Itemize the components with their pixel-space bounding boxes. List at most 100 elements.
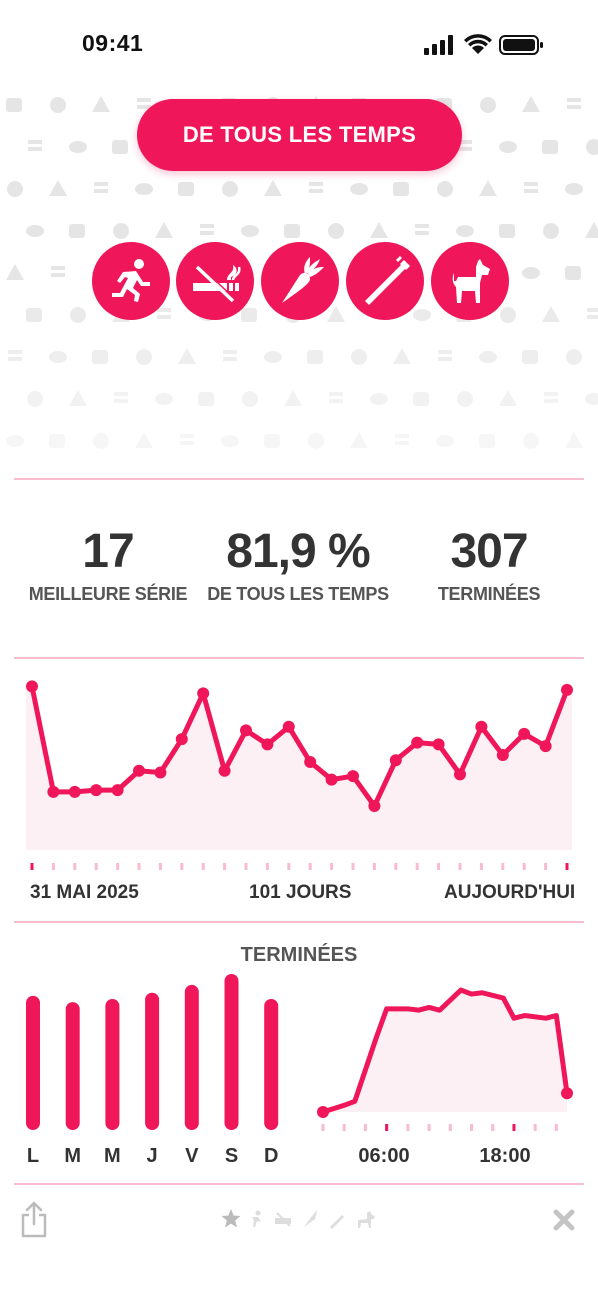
line-chart-point: [539, 740, 552, 753]
line-chart-tick: [522, 863, 526, 870]
best-streak-label: MEILLEURE SÉRIE: [28, 584, 188, 604]
pattern-glyph: [93, 433, 109, 449]
divider: [14, 921, 584, 923]
share-icon[interactable]: [18, 1200, 50, 1240]
line-chart-point: [90, 784, 103, 797]
line-chart-point: [154, 766, 167, 779]
weekday-label: D: [263, 1145, 279, 1167]
line-chart-point: [240, 724, 252, 737]
pattern-glyph: [242, 391, 258, 407]
pattern-glyph: [308, 433, 324, 449]
pattern-glyph: [499, 141, 517, 153]
pattern-glyph: [198, 392, 214, 406]
pattern-glyph: [436, 435, 454, 447]
hour-of-day-chart: [317, 987, 573, 1131]
habit-running-button[interactable]: [92, 242, 170, 320]
weekday-label: M: [104, 1145, 121, 1167]
line-chart-tick: [415, 863, 419, 870]
pattern-glyph: [393, 182, 409, 196]
divider: [14, 478, 584, 480]
habit-carrot-button[interactable]: [261, 242, 339, 320]
pattern-glyph: [264, 351, 282, 363]
line-chart-point: [197, 687, 210, 700]
pattern-glyph: [566, 349, 582, 365]
line-chart-start-label: 31 MAI 2025: [30, 882, 139, 903]
pattern-glyph: [157, 308, 171, 319]
pattern-glyph: [413, 392, 429, 406]
line-chart-tick: [479, 863, 483, 870]
pattern-glyph: [69, 224, 85, 238]
running-icon: [112, 259, 150, 302]
pattern-glyph: [499, 224, 515, 238]
weekday-bar: [105, 998, 120, 1130]
pattern-glyph: [178, 182, 194, 196]
no-smoking-icon: [193, 264, 241, 303]
pattern-glyph: [284, 224, 300, 238]
pattern-glyph: [69, 141, 87, 153]
star-icon: [221, 1209, 241, 1228]
hour-chart-tick: [342, 1124, 346, 1131]
pattern-glyph: [27, 391, 43, 407]
pattern-glyph: [393, 348, 411, 364]
line-chart-point: [411, 736, 424, 749]
pattern-glyph: [264, 434, 280, 448]
pattern-glyph: [49, 351, 67, 363]
line-chart-area: [26, 686, 572, 850]
line-chart-tick: [223, 863, 227, 870]
line-chart-tick: [394, 863, 398, 870]
line-chart-tick: [372, 863, 376, 870]
line-chart-point: [218, 764, 231, 777]
hour-chart-tick: [406, 1124, 410, 1131]
completion-trend-chart: [26, 680, 573, 870]
hour-label-morning: 06:00: [358, 1145, 410, 1167]
habit-no-smoking-button[interactable]: [176, 242, 254, 320]
line-chart-tick: [265, 863, 269, 870]
habit-dog-button[interactable]: [431, 242, 509, 320]
habit-toothbrush-button[interactable]: [346, 242, 424, 320]
weekday-label: M: [64, 1145, 82, 1167]
pattern-glyph: [370, 222, 388, 238]
line-chart-point: [347, 770, 359, 783]
hour-chart-tick: [512, 1124, 516, 1131]
pattern-glyph: [51, 266, 65, 277]
period-selector-button[interactable]: DE TOUS LES TEMPS: [137, 99, 462, 171]
pattern-glyph: [49, 434, 65, 448]
pattern-glyph: [350, 432, 368, 448]
close-icon[interactable]: [552, 1208, 576, 1232]
completed-count-label: TERMINÉES: [437, 584, 541, 604]
divider: [14, 1183, 584, 1185]
line-chart-point: [133, 764, 145, 777]
line-chart-point: [368, 800, 381, 812]
pattern-glyph: [178, 348, 196, 364]
pattern-glyph: [500, 307, 516, 323]
habit-page-indicator[interactable]: [220, 1207, 380, 1233]
line-chart-tick: [287, 863, 291, 870]
pattern-glyph: [155, 393, 173, 405]
pattern-glyph: [522, 350, 538, 364]
pattern-glyph: [94, 182, 108, 193]
pattern-glyph: [567, 98, 581, 109]
pattern-glyph: [70, 307, 86, 323]
pattern-glyph: [413, 309, 431, 321]
hour-chart-tick: [470, 1124, 474, 1131]
hour-chart-tick: [533, 1124, 537, 1131]
pattern-glyph: [222, 181, 238, 197]
line-chart-tick: [158, 863, 162, 870]
dog-icon-small: [358, 1211, 375, 1228]
weekday-bar: [184, 984, 199, 1130]
line-chart-tick: [116, 863, 120, 870]
weekday-label: J: [146, 1145, 158, 1167]
pattern-glyph: [309, 182, 323, 193]
line-chart-point: [475, 720, 488, 733]
line-chart-point: [432, 738, 445, 751]
line-chart-tick: [244, 863, 248, 870]
dog-icon: [452, 259, 490, 303]
line-chart-end-label: AUJOURD'HUI: [444, 882, 576, 903]
pattern-glyph: [49, 180, 67, 196]
line-chart-point: [47, 785, 60, 798]
line-chart-point: [325, 773, 338, 786]
pattern-glyph: [6, 98, 22, 112]
line-chart-tick: [565, 863, 569, 870]
completion-rate-value: 81,9 %: [226, 525, 370, 578]
line-chart-tick: [137, 863, 141, 870]
